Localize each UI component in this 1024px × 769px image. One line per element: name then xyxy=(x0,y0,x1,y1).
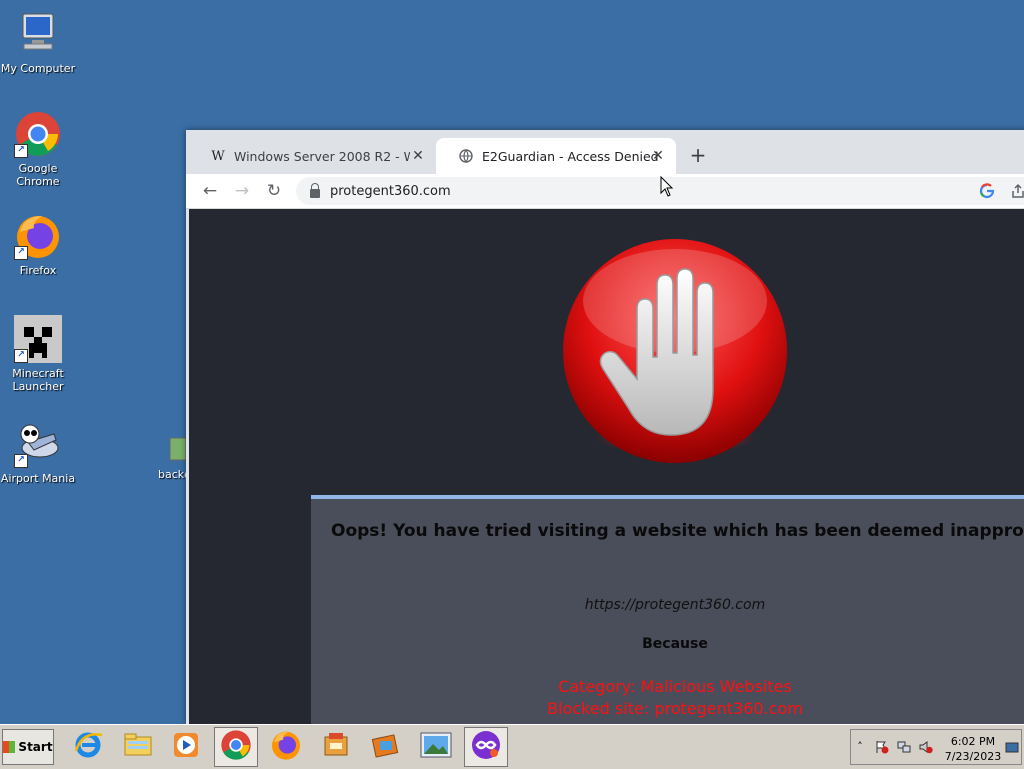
chrome-icon xyxy=(220,729,252,765)
desktop-icon-label: Minecraft Launcher xyxy=(12,367,64,393)
chrome-icon: ↗ xyxy=(14,110,62,158)
close-tab-icon[interactable]: ✕ xyxy=(410,148,426,164)
close-tab-icon[interactable]: ✕ xyxy=(650,148,666,164)
desktop-icon-label: backc xyxy=(158,468,188,481)
browser-window: W Windows Server 2008 R2 - Wikipedia ✕ E… xyxy=(186,130,1024,724)
desktop-icon-label: Google Chrome xyxy=(16,162,60,188)
globe-icon xyxy=(458,148,474,164)
image-file-icon xyxy=(148,436,188,464)
network-icon[interactable] xyxy=(897,740,911,754)
taskbar-game[interactable] xyxy=(464,727,508,767)
new-tab-button[interactable]: + xyxy=(686,144,710,168)
minecraft-icon: ↗ xyxy=(14,315,62,363)
start-label: Start xyxy=(18,740,53,754)
block-category: Category: Malicious Websites xyxy=(558,677,792,696)
desktop-icon-label: My Computer xyxy=(0,62,76,75)
tab-e2guardian[interactable]: E2Guardian - Access Denied ✕ xyxy=(436,138,676,174)
taskbar-photo-viewer[interactable] xyxy=(414,727,458,767)
because-label: Because xyxy=(642,636,708,652)
photo-viewer-icon xyxy=(419,730,453,764)
shortcut-arrow-icon: ↗ xyxy=(14,144,28,158)
page-content: Oops! You have tried visiting a website … xyxy=(189,209,1024,724)
taskbar: Start ˄ 6:02 PM 7/23/2023 xyxy=(0,724,1024,769)
taskbar-media-player[interactable] xyxy=(164,727,208,767)
lock-icon xyxy=(310,182,320,198)
clock-date: 7/23/2023 xyxy=(944,750,1002,763)
game-icon xyxy=(470,729,502,765)
clock[interactable]: 6:02 PM 7/23/2023 xyxy=(943,734,1003,764)
google-icon[interactable] xyxy=(978,182,996,200)
shortcut-arrow-icon: ↗ xyxy=(14,246,28,260)
taskbar-video-editor[interactable] xyxy=(364,727,408,767)
desktop-icon-google-chrome[interactable]: ↗ Google Chrome xyxy=(0,110,76,188)
tab-title: Windows Server 2008 R2 - Wikipedia xyxy=(234,148,410,164)
show-desktop-icon[interactable] xyxy=(1005,740,1019,754)
desktop-icon-airport-mania[interactable]: ↗ Airport Mania xyxy=(0,420,76,485)
taskbar-firefox[interactable] xyxy=(264,727,308,767)
back-button[interactable]: ← xyxy=(198,179,222,203)
action-center-flag-icon[interactable] xyxy=(875,740,889,754)
blocked-site: Blocked site: protegent360.com xyxy=(547,699,803,718)
firefox-icon: ↗ xyxy=(14,212,62,260)
taskbar-chrome[interactable] xyxy=(214,727,258,767)
stop-hand-icon xyxy=(559,239,795,473)
firefox-icon xyxy=(270,729,302,765)
desktop-icon-firefox[interactable]: ↗ Firefox xyxy=(0,212,76,277)
desktop-icon-my-computer[interactable]: My Computer xyxy=(0,10,76,75)
tab-wikipedia[interactable]: W Windows Server 2008 R2 - Wikipedia ✕ xyxy=(188,138,436,174)
explorer-icon xyxy=(122,729,154,765)
tab-title: E2Guardian - Access Denied xyxy=(482,148,658,164)
app-icon xyxy=(320,729,352,765)
wikipedia-favicon: W xyxy=(211,148,225,164)
system-tray: ˄ 6:02 PM 7/23/2023 xyxy=(850,729,1022,765)
windows-logo-icon xyxy=(3,741,16,753)
computer-icon xyxy=(14,10,62,58)
shortcut-arrow-icon: ↗ xyxy=(14,454,28,468)
message-heading: Oops! You have tried visiting a website … xyxy=(331,521,1024,541)
mouse-cursor-icon xyxy=(660,175,674,202)
clock-time: 6:02 PM xyxy=(950,735,996,748)
show-hidden-icons-icon[interactable]: ˄ xyxy=(853,740,867,754)
taskbar-ie[interactable] xyxy=(66,727,110,767)
forward-button[interactable]: → xyxy=(230,179,254,203)
reload-button[interactable]: ↻ xyxy=(262,179,286,203)
desktop-icon-backc[interactable]: backc xyxy=(148,436,188,481)
taskbar-explorer[interactable] xyxy=(116,727,160,767)
access-denied-message: Oops! You have tried visiting a website … xyxy=(311,495,1024,724)
desktop-icon-label: Firefox xyxy=(19,264,57,277)
taskbar-app[interactable] xyxy=(314,727,358,767)
shortcut-arrow-icon: ↗ xyxy=(14,349,28,363)
ie-icon xyxy=(72,729,104,765)
desktop-icon-label: Airport Mania xyxy=(0,472,76,485)
start-button[interactable]: Start xyxy=(2,729,54,765)
blocked-url: https://protegent360.com xyxy=(584,597,766,613)
volume-muted-icon[interactable] xyxy=(919,740,933,754)
tab-strip: W Windows Server 2008 R2 - Wikipedia ✕ E… xyxy=(186,130,1024,174)
media-player-icon xyxy=(170,729,202,765)
address-text: protegent360.com xyxy=(330,183,451,199)
share-icon[interactable] xyxy=(1010,183,1024,199)
desktop-icon-minecraft-launcher[interactable]: ↗ Minecraft Launcher xyxy=(0,315,76,393)
video-editor-icon xyxy=(370,729,402,765)
airport-mania-icon: ↗ xyxy=(14,420,62,468)
browser-toolbar: ← → ↻ protegent360.com xyxy=(186,174,1024,209)
